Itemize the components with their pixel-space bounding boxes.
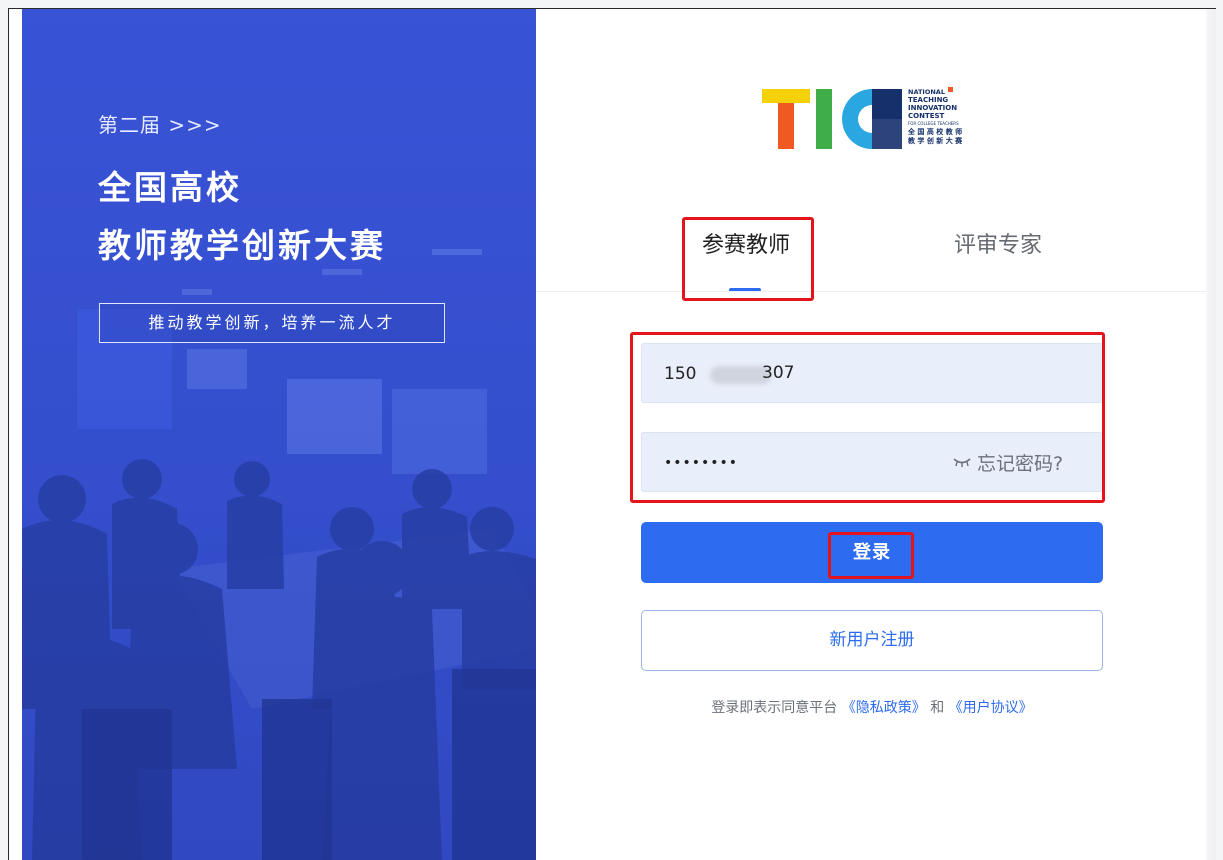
tab-review-expert[interactable]: 评审专家 <box>933 227 1063 259</box>
highlight-login <box>828 532 914 579</box>
slogan-box: 推动教学创新，培养一流人才 <box>99 303 445 343</box>
tabs-divider <box>536 291 1216 292</box>
banner-panel: 第二届 >>> 全国高校 教师教学创新大赛 推动教学创新，培养一流人才 <box>22 9 536 860</box>
logo-text-line7: 教 学 创 新 大 赛 <box>907 136 963 145</box>
logo-text-line2: TEACHING <box>908 96 948 104</box>
login-page: 第二届 >>> 全国高校 教师教学创新大赛 推动教学创新，培养一流人才 NATI… <box>8 8 1216 860</box>
register-button[interactable]: 新用户注册 <box>641 610 1103 671</box>
logo-text-line5: FOR COLLEGE TEACHERS <box>908 121 959 126</box>
contest-title-line2: 教师教学创新大赛 <box>98 226 386 265</box>
contest-title-line1: 全国高校 <box>98 168 242 207</box>
highlight-tab <box>682 217 814 301</box>
logo-text-line1: NATIONAL <box>908 88 945 96</box>
contest-title: 全国高校 教师教学创新大赛 <box>98 159 386 275</box>
logo-text-line4: CONTEST <box>908 112 945 120</box>
user-agreement-link[interactable]: 《用户协议》 <box>949 700 1033 716</box>
edition-label: 第二届 >>> <box>98 113 222 137</box>
agreement-prefix: 登录即表示同意平台 <box>711 700 838 716</box>
agreement-text: 登录即表示同意平台 《隐私政策》 和 《用户协议》 <box>641 697 1103 717</box>
privacy-policy-link[interactable]: 《隐私政策》 <box>842 700 926 716</box>
logo-text-line3: INNOVATION <box>908 104 957 112</box>
logo-text-line6: 全 国 高 校 教 师 <box>907 127 962 136</box>
page-edge <box>1206 9 1216 860</box>
highlight-credentials <box>630 332 1105 503</box>
tic-logo: NATIONAL TEACHING INNOVATION CONTEST FOR… <box>762 83 982 153</box>
agreement-and: 和 <box>930 700 945 716</box>
